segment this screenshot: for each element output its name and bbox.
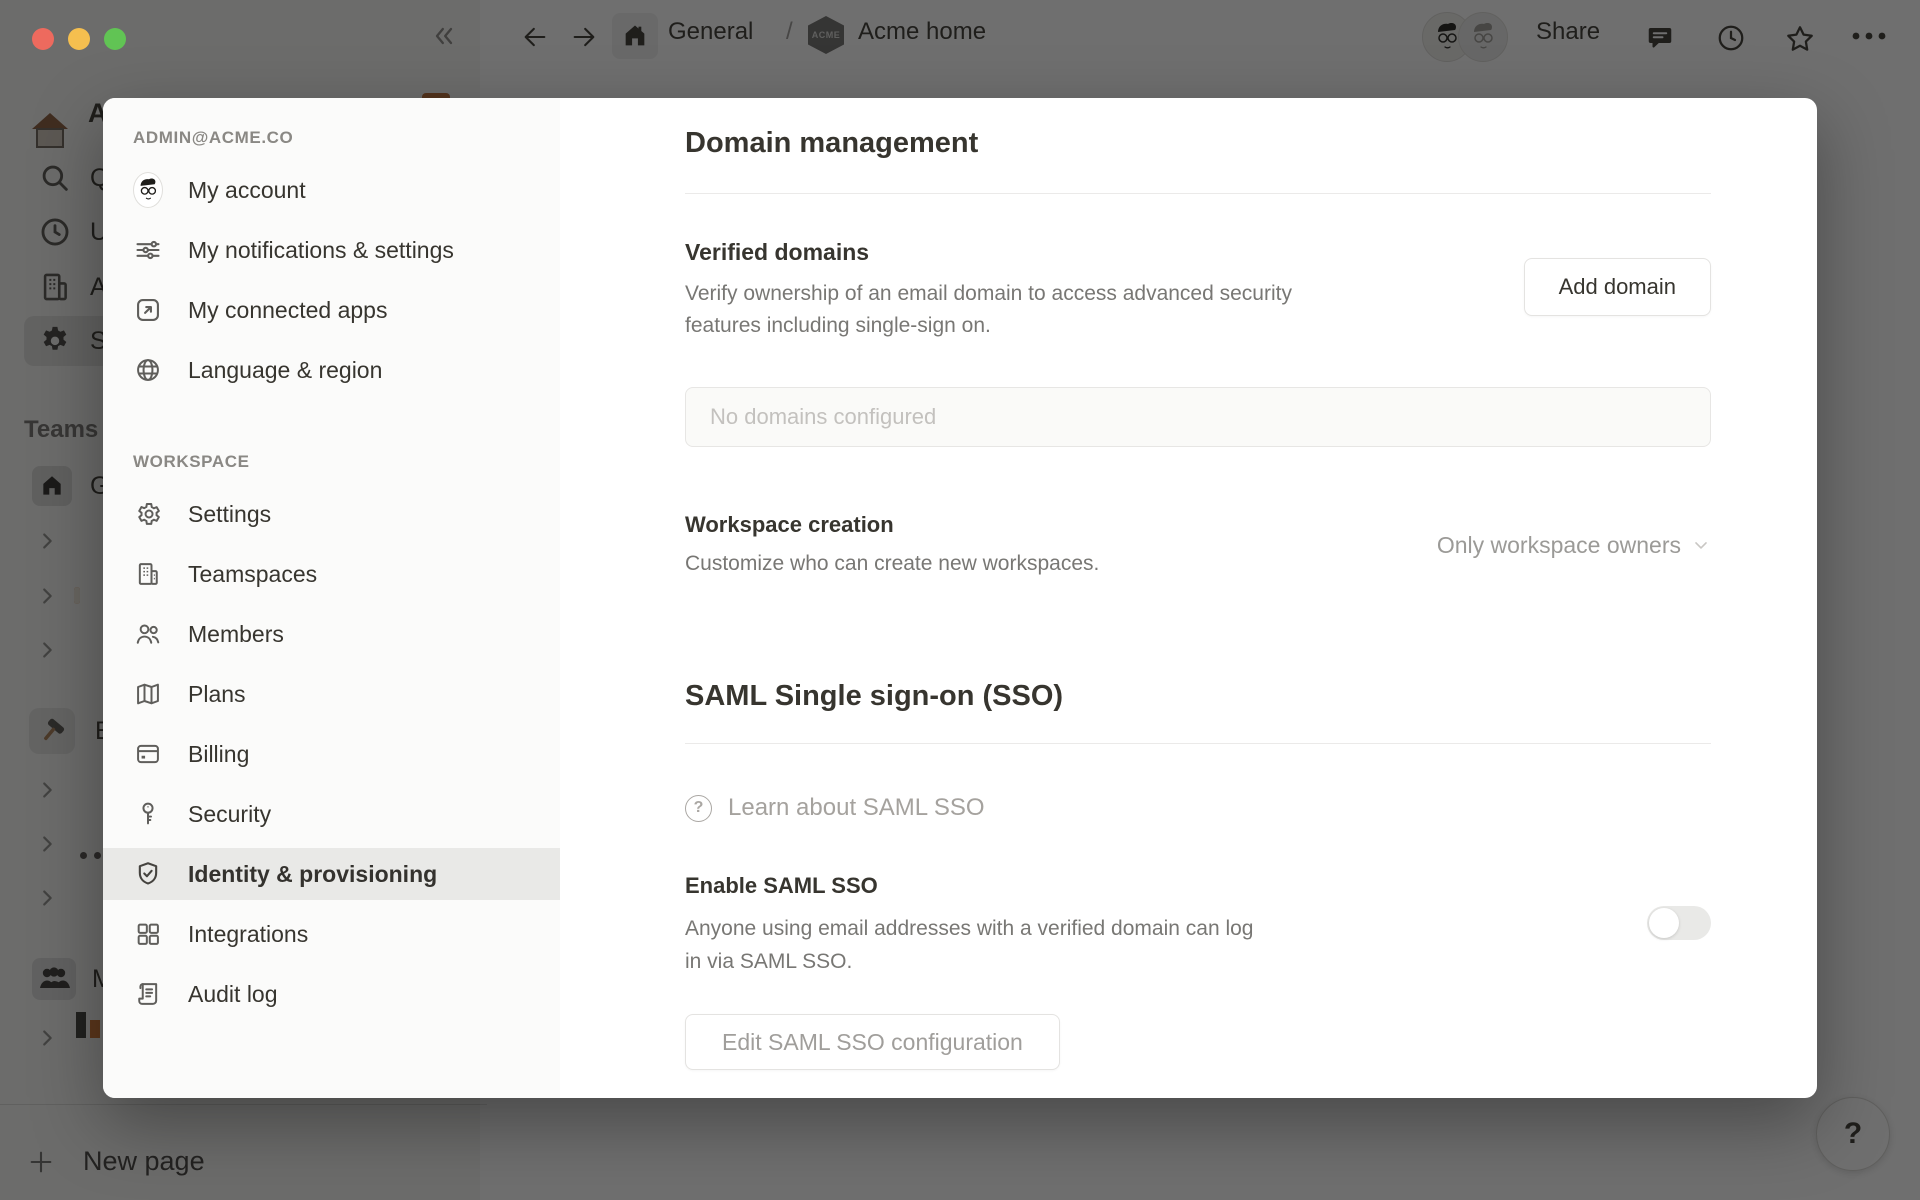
credit-card-icon — [133, 739, 163, 769]
nav-item-label: My connected apps — [188, 296, 388, 323]
learn-saml-label: Learn about SAML SSO — [728, 794, 985, 821]
section-divider — [685, 743, 1711, 744]
verified-domains-title: Verified domains — [685, 239, 870, 265]
close-window-button[interactable] — [32, 28, 54, 50]
building-icon — [133, 559, 163, 589]
nav-item-label: Identity & provisioning — [188, 860, 438, 887]
settings-nav-billing[interactable]: Billing — [103, 728, 560, 780]
settings-nav-teamspaces[interactable]: Teamspaces — [103, 548, 560, 600]
section-divider — [685, 193, 1711, 194]
enable-saml-title: Enable SAML SSO — [685, 873, 878, 898]
nav-item-label: Security — [188, 800, 272, 827]
workspace-creation-title: Workspace creation — [685, 512, 894, 537]
members-icon — [133, 619, 163, 649]
globe-icon — [133, 355, 163, 385]
scroll-icon — [133, 979, 163, 1009]
settings-sidebar: ADMIN@ACME.CO My account My notification… — [103, 98, 560, 1098]
add-domain-button[interactable]: Add domain — [1523, 258, 1711, 316]
page-title: Domain management — [685, 127, 979, 159]
window-controls[interactable] — [32, 28, 126, 50]
settings-nav-members[interactable]: Members — [103, 608, 560, 660]
settings-content: Domain management Verified domains Verif… — [560, 98, 1817, 1098]
edit-saml-config-button[interactable]: Edit SAML SSO configuration — [685, 1014, 1060, 1070]
sliders-icon — [133, 235, 163, 265]
learn-saml-link[interactable]: ? Learn about SAML SSO — [685, 794, 1711, 822]
shield-check-icon — [133, 859, 163, 889]
enable-saml-toggle[interactable] — [1647, 906, 1711, 940]
settings-nav-connected-apps[interactable]: My connected apps — [103, 284, 560, 336]
grid-icon — [133, 919, 163, 949]
nav-item-label: Teamspaces — [188, 560, 318, 587]
verified-domains-description: Verify ownership of an email domain to a… — [685, 282, 1292, 337]
enable-saml-description: Anyone using email addresses with a veri… — [685, 917, 1254, 973]
nav-item-label: Plans — [188, 680, 246, 707]
settings-nav-identity-provisioning[interactable]: Identity & provisioning — [103, 848, 560, 900]
nav-item-label: My notifications & settings — [188, 236, 454, 263]
zoom-window-button[interactable] — [104, 28, 126, 50]
question-circle-icon: ? — [685, 794, 712, 822]
nav-item-label: Billing — [188, 740, 250, 767]
workspace-creation-description: Customize who can create new workspaces. — [685, 552, 1100, 575]
account-section-header: ADMIN@ACME.CO — [133, 128, 294, 147]
saml-section-title: SAML Single sign-on (SSO) — [685, 680, 1064, 712]
domains-empty-state: No domains configured — [685, 387, 1711, 447]
workspace-section-header: WORKSPACE — [133, 452, 250, 471]
nav-item-label: Language & region — [188, 356, 383, 383]
workspace-creation-dropdown[interactable]: Only workspace owners — [1437, 532, 1711, 559]
settings-nav-my-account[interactable]: My account — [103, 164, 560, 216]
settings-nav-integrations[interactable]: Integrations — [103, 908, 560, 960]
gear-icon — [133, 499, 163, 529]
settings-nav-security[interactable]: Security — [103, 788, 560, 840]
key-icon — [133, 799, 163, 829]
nav-item-label: My account — [188, 176, 306, 203]
chevron-down-icon — [1695, 542, 1707, 549]
settings-modal: ADMIN@ACME.CO My account My notification… — [103, 98, 1817, 1098]
notion-window: General / ACME Acme home Share — [0, 0, 1920, 1200]
empty-state-label: No domains configured — [710, 404, 937, 429]
map-icon — [133, 679, 163, 709]
minimize-window-button[interactable] — [68, 28, 90, 50]
toggle-knob — [1649, 908, 1679, 938]
settings-nav-language[interactable]: Language & region — [103, 344, 560, 396]
settings-nav-audit-log[interactable]: Audit log — [103, 968, 560, 1020]
settings-nav-plans[interactable]: Plans — [103, 668, 560, 720]
settings-nav-notifications[interactable]: My notifications & settings — [103, 224, 560, 276]
nav-item-label: Settings — [188, 500, 272, 527]
nav-item-label: Integrations — [188, 920, 309, 947]
user-avatar — [133, 172, 163, 208]
nav-item-label: Audit log — [188, 980, 278, 1007]
nav-item-label: Members — [188, 620, 284, 647]
settings-nav-settings[interactable]: Settings — [103, 488, 560, 540]
dropdown-value: Only workspace owners — [1436, 531, 1681, 558]
arrow-up-right-box-icon — [133, 295, 163, 325]
